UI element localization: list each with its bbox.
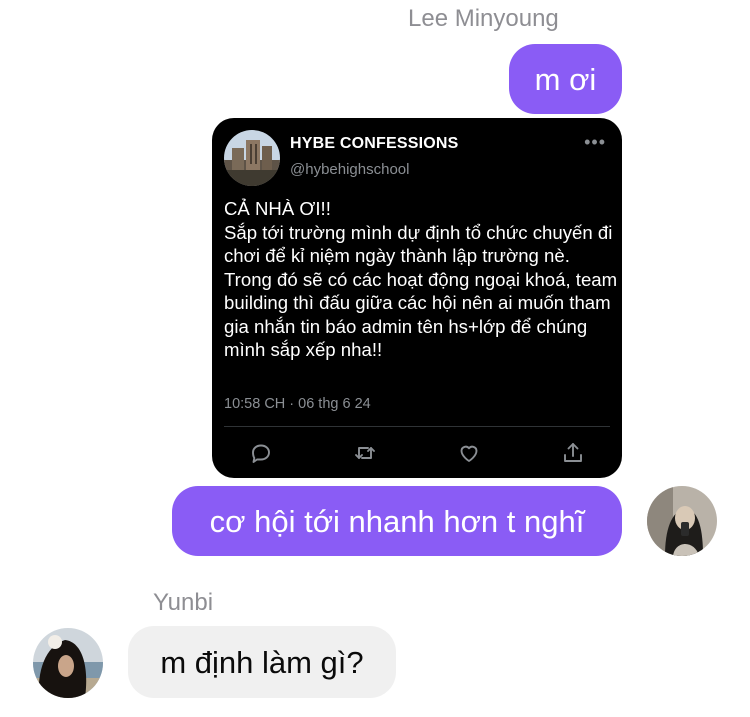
user-avatar-yunbi[interactable] [33, 628, 103, 698]
message-bubble-outgoing[interactable]: m ơi [509, 44, 622, 114]
sender-name-top: Lee Minyoung [408, 5, 559, 32]
reply-icon[interactable] [249, 441, 273, 465]
tweet-timestamp: 10:58 CH · 06 thg 6 24 [224, 396, 371, 412]
sender-name-bottom: Yunbi [153, 589, 214, 616]
message-text: m ơi [534, 61, 597, 97]
like-icon[interactable] [457, 441, 481, 465]
tweet-author-name: HYBE CONFESSIONS [290, 135, 459, 152]
tweet-action-bar [212, 441, 622, 465]
message-text: cơ hội tới nhanh hơn t nghĩ [209, 503, 585, 539]
retweet-icon[interactable] [353, 441, 377, 465]
message-bubble-outgoing[interactable]: cơ hội tới nhanh hơn t nghĩ [172, 486, 622, 556]
share-icon[interactable] [561, 441, 585, 465]
user-avatar-self[interactable] [647, 486, 717, 556]
tweet-author-handle: @hybehighschool [290, 161, 410, 178]
tweet-divider [224, 426, 610, 427]
tweet-text: CẢ NHÀ ƠI!! Sắp tới trường mình dự định … [224, 198, 618, 360]
message-text: m định làm gì? [160, 644, 364, 680]
message-bubble-incoming[interactable]: m định làm gì? [128, 626, 396, 698]
tweet-author-avatar[interactable] [224, 130, 280, 186]
more-options-icon[interactable]: ••• [584, 132, 606, 153]
shared-tweet-card[interactable]: HYBE CONFESSIONS @hybehighschool ••• CẢ … [212, 118, 622, 478]
